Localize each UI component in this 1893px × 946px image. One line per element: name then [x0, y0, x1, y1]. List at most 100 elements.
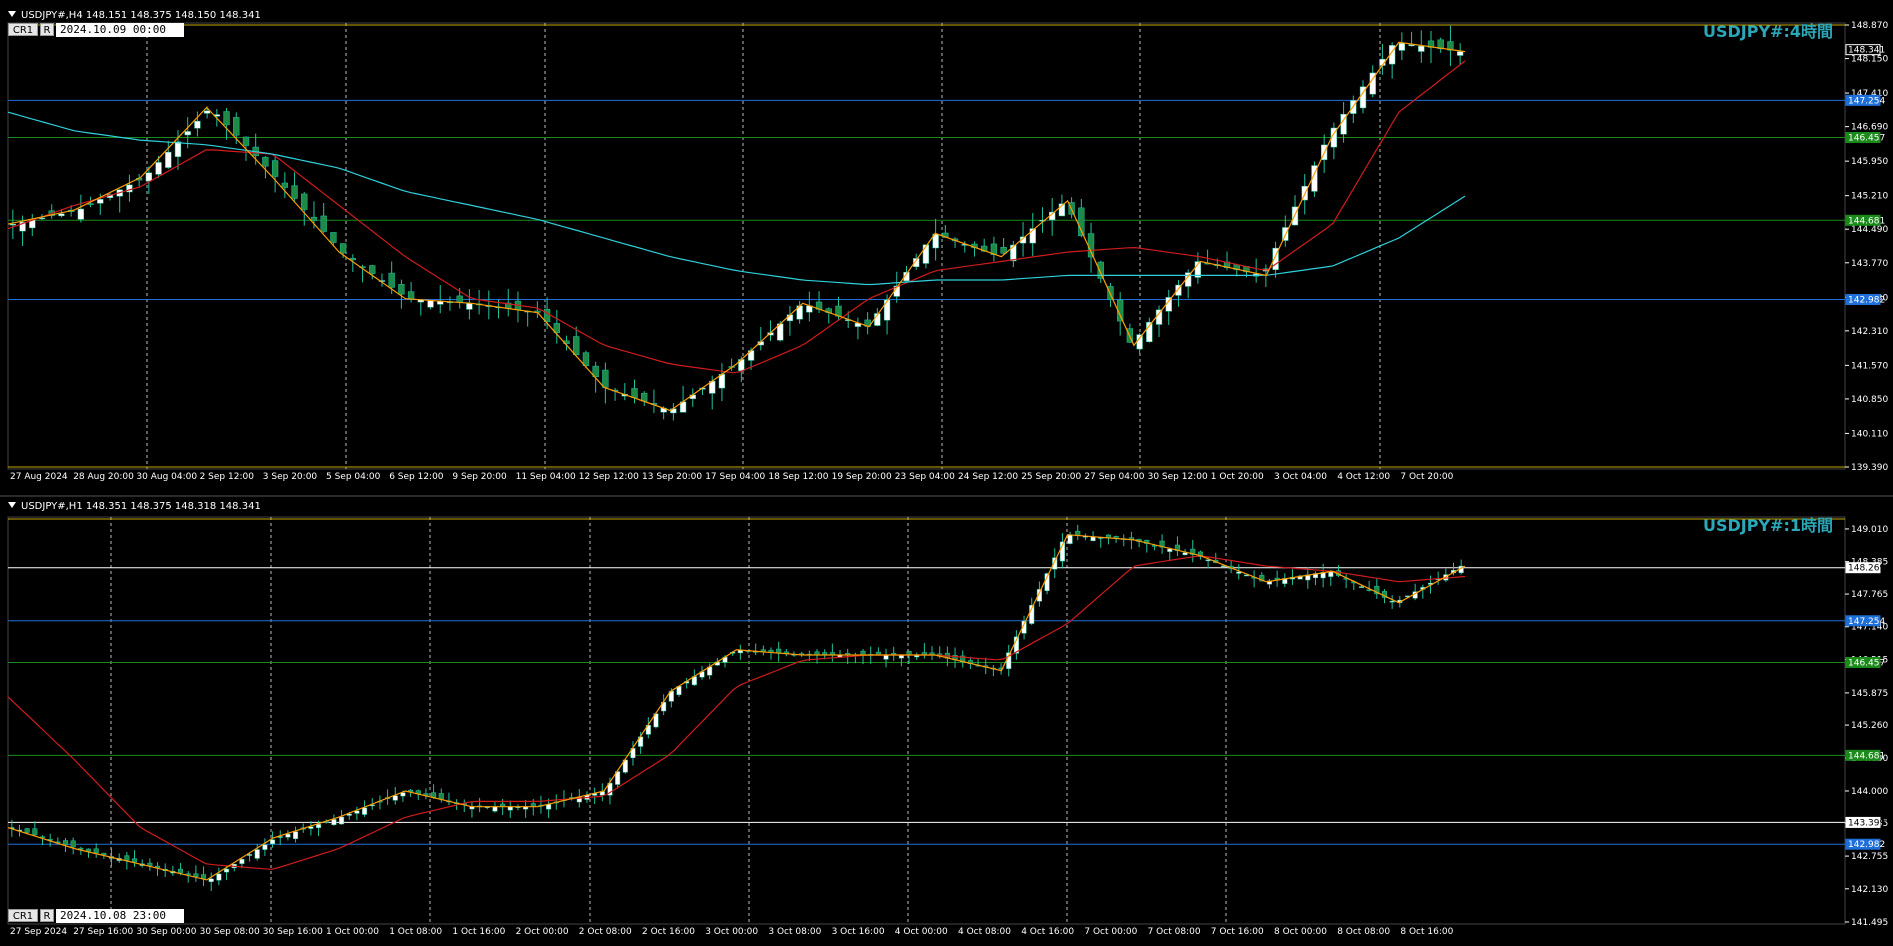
candle-body — [271, 160, 279, 177]
h4-r-button[interactable]: R — [40, 23, 54, 36]
time-tick-label: 1 Oct 16:00 — [452, 927, 505, 937]
candle-body — [573, 336, 580, 355]
h4-ohlc-text: USDJPY#,H4 148.151 148.375 148.150 148.3… — [21, 10, 261, 21]
candle-body — [32, 828, 38, 836]
time-tick-label: 2 Oct 00:00 — [516, 927, 569, 937]
svg-text:147.254: 147.254 — [1848, 96, 1885, 106]
time-tick-label: 1 Oct 20:00 — [1211, 472, 1264, 482]
candle-body — [1136, 334, 1143, 350]
price-level-label: 146.457 — [1845, 656, 1885, 668]
candle-body — [223, 111, 230, 126]
time-tick-label: 25 Sep 20:00 — [1021, 472, 1081, 482]
time-tick-label: 4 Oct 16:00 — [1021, 927, 1074, 937]
h4-chart-pane[interactable]: 148.870 148.150 147.410 146.690 145.950 145.2… — [0, 0, 1893, 495]
time-tick-label: 28 Aug 20:00 — [73, 472, 134, 482]
candle-body — [1418, 45, 1425, 52]
candle-body — [1389, 600, 1395, 603]
candle-body — [124, 855, 130, 861]
price-tick-label: 145.210 — [1851, 192, 1888, 202]
time-tick-label: 1 Oct 00:00 — [326, 927, 379, 937]
candle-body — [131, 858, 138, 863]
candle-body — [1328, 571, 1334, 577]
time-tick-label: 30 Sep 00:00 — [136, 927, 196, 937]
candle-body — [165, 151, 172, 168]
time-tick-label: 7 Oct 16:00 — [1211, 927, 1264, 937]
candle-body — [456, 295, 463, 303]
time-tick-label: 4 Oct 00:00 — [895, 927, 948, 937]
price-tick-label: 147.765 — [1851, 590, 1888, 600]
time-tick-label: 18 Sep 12:00 — [768, 472, 828, 482]
candle-body — [293, 831, 299, 840]
candle-body — [1155, 309, 1163, 325]
h1-chart-pane[interactable]: 149.010148.385147.765147.140146.515145.8… — [0, 497, 1893, 946]
candle-body — [1010, 244, 1017, 262]
h1-datetime-field[interactable]: 2024.10.08 23:00 — [56, 909, 184, 923]
time-tick-label: 4 Oct 08:00 — [958, 927, 1011, 937]
candle-body — [1358, 586, 1365, 588]
candle-body — [1067, 534, 1073, 544]
time-tick-label: 3 Sep 20:00 — [263, 472, 318, 482]
svg-text:144.681: 144.681 — [1848, 216, 1885, 226]
candle-body — [174, 141, 182, 157]
candle-body — [70, 840, 76, 848]
price-tick-label: 145.875 — [1851, 689, 1888, 699]
h4-watermark: USDJPY#:4時間 — [1702, 22, 1833, 41]
candle-body — [316, 824, 322, 829]
h1-watermark: USDJPY#:1時間 — [1702, 516, 1833, 535]
candle-body — [239, 859, 245, 864]
price-tick-label: 146.690 — [1851, 123, 1888, 133]
svg-text:148.269: 148.269 — [1848, 564, 1885, 574]
candle-body — [369, 265, 376, 274]
time-tick-label: 6 Sep 12:00 — [389, 472, 444, 482]
candle-body — [254, 849, 260, 859]
candle-body — [291, 185, 298, 199]
time-tick-label: 30 Sep 16:00 — [263, 927, 323, 937]
ma-fast-line — [7, 60, 1466, 374]
candle-body — [233, 117, 240, 136]
candle-body — [883, 299, 891, 321]
h4-chart-canvas[interactable]: 148.870148.150147.410146.690145.950145.2… — [0, 0, 1893, 495]
time-tick-label: 3 Oct 04:00 — [1274, 472, 1327, 482]
time-tick-label: 3 Oct 00:00 — [705, 927, 758, 937]
time-tick-label: 30 Aug 04:00 — [136, 472, 197, 482]
candle-body — [388, 272, 395, 288]
candle-body — [194, 120, 201, 129]
h1-r-button[interactable]: R — [40, 909, 54, 922]
price-tick-label: 140.110 — [1851, 429, 1888, 439]
price-level-label: 144.681 — [1845, 214, 1885, 226]
svg-text:142.982: 142.982 — [1848, 840, 1885, 850]
time-tick-label: 1 Oct 08:00 — [389, 927, 442, 937]
candle-body — [427, 300, 434, 308]
collapse-triangle-icon[interactable] — [8, 11, 16, 17]
svg-text:146.457: 146.457 — [1848, 134, 1885, 144]
svg-text:143.399: 143.399 — [1848, 818, 1885, 828]
time-tick-label: 8 Oct 16:00 — [1400, 927, 1453, 937]
candle-body — [362, 807, 368, 815]
h4-cr1-button[interactable]: CR1 — [8, 23, 38, 36]
candle-body — [262, 156, 269, 167]
price-level-label: 147.254 — [1845, 94, 1885, 106]
h1-ohlc-text: USDJPY#,H1 148.351 148.375 148.318 148.3… — [21, 501, 261, 512]
candle-body — [310, 216, 318, 221]
price-tick-label: 143.770 — [1851, 259, 1888, 269]
h1-cr1-button[interactable]: CR1 — [8, 909, 38, 922]
price-level-label: 143.399 — [1845, 816, 1885, 828]
price-level-label: 147.254 — [1845, 615, 1885, 627]
time-tick-label: 2 Sep 12:00 — [200, 472, 255, 482]
price-tick-label: 141.495 — [1851, 918, 1888, 928]
candle-body — [492, 806, 498, 812]
svg-text:142.982: 142.982 — [1848, 296, 1885, 306]
candle-body — [101, 852, 107, 855]
h4-datetime-field[interactable]: 2024.10.09 00:00 — [56, 23, 184, 37]
h4-chart-header: USDJPY#,H4 148.151 148.375 148.150 148.3… — [8, 10, 261, 21]
zigzag-line — [7, 534, 1466, 881]
collapse-triangle-icon[interactable] — [8, 502, 16, 508]
time-tick-label: 27 Aug 2024 — [10, 472, 68, 482]
candle-body — [193, 873, 199, 877]
h1-chart-canvas[interactable]: 149.010148.385147.765147.140146.515145.8… — [0, 497, 1893, 946]
candle-body — [200, 874, 207, 879]
candle-body — [281, 182, 288, 188]
candle-body — [155, 162, 162, 175]
time-tick-label: 7 Oct 20:00 — [1400, 472, 1453, 482]
candle-body — [392, 795, 398, 801]
